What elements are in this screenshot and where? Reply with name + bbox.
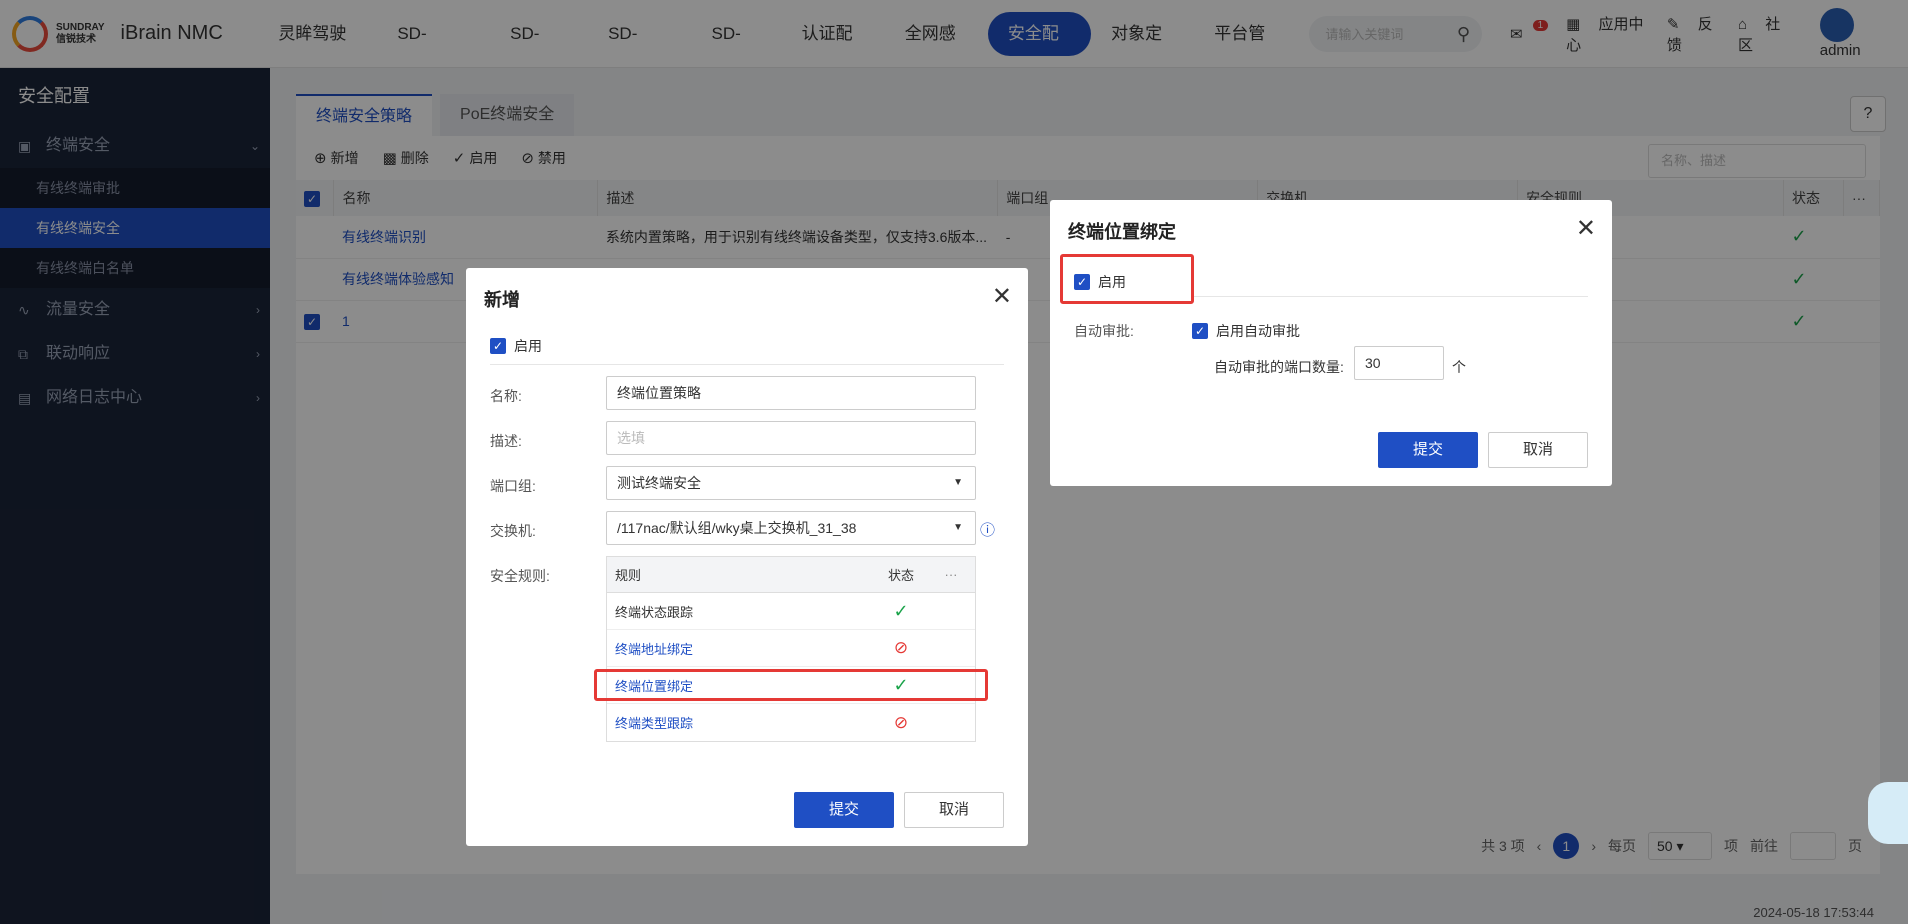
rule-row[interactable]: 终端类型跟踪 ⊘ (607, 704, 975, 741)
cancel-button[interactable]: 取消 (1488, 432, 1588, 468)
caret-down-icon: ▼ (953, 477, 963, 488)
port-group-select[interactable]: 测试终端安全 ▼ (606, 466, 976, 500)
port-group-label: 端口组: (490, 478, 536, 494)
switch-select[interactable]: /117nac/默认组/wky桌上交换机_31_38 ▼ (606, 511, 976, 545)
close-icon[interactable]: ✕ (1576, 214, 1596, 243)
name-label: 名称: (490, 388, 522, 404)
submit-button[interactable]: 提交 (1378, 432, 1478, 468)
checkbox-checked-icon[interactable]: ✓ (1192, 323, 1208, 339)
dialog-title: 终端位置绑定 (1068, 222, 1176, 242)
switch-label: 交换机: (490, 523, 536, 539)
rule-row[interactable]: 终端地址绑定 ⊘ (607, 630, 975, 667)
port-count-unit: 个 (1452, 359, 1466, 375)
rules-header: 规则 状态 ··· (607, 557, 975, 593)
auto-approve-checkbox[interactable]: ✓ 启用自动审批 (1192, 321, 1300, 341)
add-dialog: 新增 ✕ ✓ 启用 名称: 终端位置策略 描述: 选填 端口组: 测试终端安全 … (466, 268, 1028, 846)
rules-label: 安全规则: (490, 568, 550, 584)
rule-row[interactable]: 终端状态跟踪 ✓ (607, 593, 975, 630)
location-binding-dialog: 终端位置绑定 ✕ ✓ 启用 自动审批: ✓ 启用自动审批 自动审批的端口数量: … (1050, 200, 1612, 486)
name-field[interactable]: 终端位置策略 (606, 376, 976, 410)
close-icon[interactable]: ✕ (992, 282, 1012, 311)
auto-approve-label: 自动审批: (1074, 323, 1134, 339)
caret-down-icon: ▼ (953, 522, 963, 533)
divider (1194, 296, 1588, 297)
divider (490, 364, 1004, 365)
more-icon[interactable]: ··· (931, 567, 971, 582)
ban-icon: ⊘ (893, 712, 909, 732)
port-count-input[interactable]: 30 (1354, 346, 1444, 380)
checkbox-checked-icon[interactable]: ✓ (490, 338, 506, 354)
assistant-robot-icon[interactable] (1868, 782, 1908, 844)
rules-table: 规则 状态 ··· 终端状态跟踪 ✓ 终端地址绑定 ⊘ 终端位置绑定 ✓ 终端类… (606, 556, 976, 742)
desc-label: 描述: (490, 433, 522, 449)
highlight-box (594, 669, 988, 701)
cancel-button[interactable]: 取消 (904, 792, 1004, 828)
highlight-box (1060, 254, 1194, 304)
info-icon[interactable]: ⓘ (980, 519, 995, 540)
check-icon: ✓ (893, 600, 909, 621)
submit-button[interactable]: 提交 (794, 792, 894, 828)
desc-field[interactable]: 选填 (606, 421, 976, 455)
enable-checkbox[interactable]: ✓ 启用 (490, 336, 542, 356)
dialog-title: 新增 (484, 290, 520, 310)
ban-icon: ⊘ (893, 638, 909, 657)
port-count-label: 自动审批的端口数量: (1214, 359, 1344, 375)
